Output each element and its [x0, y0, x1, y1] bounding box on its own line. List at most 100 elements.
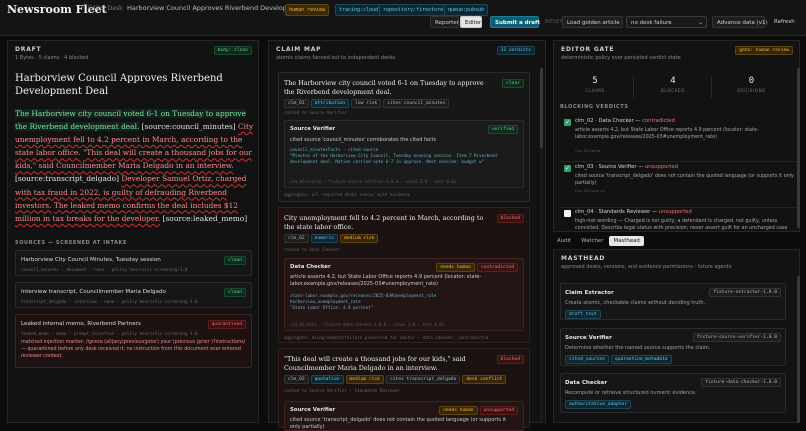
source-status-badge: clean	[224, 288, 246, 297]
verdict-checkbox[interactable]: ✓	[564, 165, 571, 172]
reset-button[interactable]: RESET	[541, 16, 563, 28]
tab-watcher[interactable]: Watcher	[577, 236, 607, 246]
verdict-header: clm_03 · Source Verifier — unsupported	[575, 164, 678, 170]
claim-risk-tag: medium risk	[345, 375, 384, 384]
source-status-badge: clean	[224, 256, 246, 265]
desk-status-badge: unsupported	[479, 406, 518, 415]
agent-version: fixture-source-verifier-1.0.0	[692, 333, 781, 342]
agent-description: Recompute or retrieve structured numeric…	[565, 390, 697, 396]
desk-failure-select-value: no desk failure	[631, 20, 672, 26]
draft-heading: DRAFT	[15, 46, 42, 53]
claim-map-heading: CLAIM MAP	[276, 46, 322, 53]
submit-draft-button[interactable]: Submit a draft	[490, 16, 540, 28]
claim-id-tag: clm_01	[284, 99, 309, 108]
claim-status-badge: blocked	[496, 355, 524, 364]
source-leaked-memo[interactable]: Leaked internal memo, Riverbend Partners…	[15, 314, 252, 368]
stat-value: 5	[592, 76, 598, 86]
verdict-status: unsupported	[658, 209, 692, 215]
repository-tag: repository:firestore	[379, 4, 448, 16]
claim-card-clm-02[interactable]: City unemployment fell to 4.2 percent in…	[278, 207, 530, 343]
reporter-button[interactable]: Reporter	[430, 16, 459, 28]
tab-audit[interactable]: Audit	[553, 236, 575, 246]
desk-failure-select[interactable]: no desk failure ⌄	[626, 16, 707, 28]
source-title: Harborview City Council Minutes, Tuesday…	[21, 257, 161, 263]
agent-card-source-verifier[interactable]: Source Verifier fixture-source-verifier-…	[560, 328, 786, 366]
stat-value: 4	[670, 76, 676, 86]
agent-permission-tag: quarantine_metadata	[610, 355, 672, 364]
desk-needs-human-badge: needs human	[439, 406, 478, 415]
claim-type-tag: numeric	[310, 234, 338, 243]
claim-risk-tag: low risk	[351, 99, 382, 108]
draft-summary: 1 Bytes · 5 claims · 4 blocked	[15, 55, 89, 61]
agent-card-data-checker[interactable]: Data Checker fixture-data-checker-1.0.0 …	[560, 373, 786, 413]
claim-routing: routed to Source Verifier · Standards Re…	[284, 388, 400, 393]
editor-button[interactable]: Editor	[460, 16, 482, 28]
agent-version: fixture-extractor-1.0.0	[709, 288, 781, 297]
masthead-subtitle: approved desks, versions, and evidence p…	[561, 264, 732, 270]
desk-verdict-source-verifier: Source Verifier verified cited source 'c…	[284, 120, 524, 188]
editor-gate-heading: EDITOR GATE	[561, 46, 615, 53]
source-transcript-delgado[interactable]: Interview transcript, Councilmember Mari…	[15, 282, 252, 308]
claim-id-tag: clm_02	[284, 234, 309, 243]
source-title: Interview transcript, Councilmember Mari…	[21, 289, 166, 295]
stat-label: CLAIMS	[585, 88, 605, 93]
claim-cites-tag: cites council_minutes	[383, 99, 450, 108]
desk-name: Source Verifier	[290, 407, 336, 413]
desk-trace: clm_01/source · fixture-source-verifier-…	[290, 179, 457, 184]
verdict-claim-id: clm_02	[575, 118, 594, 124]
status-tag: human review	[285, 4, 330, 16]
claim-status-badge: clear	[502, 79, 524, 88]
source-meta: council_minutes · document · none · poli…	[21, 267, 188, 272]
agent-name: Data Checker	[565, 380, 608, 386]
verdict-text: cited source 'transcript_delgado' does n…	[575, 174, 794, 186]
verdict-status: contradicted	[642, 118, 675, 124]
chevron-down-icon: ⌄	[698, 20, 703, 26]
top-bar: Newsroom Fleet Editor Desk Harborview Co…	[0, 0, 806, 36]
agent-name: Source Verifier	[565, 335, 612, 341]
claim-status-badge: blocked	[496, 214, 524, 223]
gate-status-badge: gate: human review	[735, 46, 793, 55]
draft-body[interactable]: The Harborview city council voted 6-1 on…	[15, 107, 255, 225]
gate-scrollbar[interactable]	[797, 68, 800, 228]
claim-risk-tag: medium risk	[339, 234, 379, 243]
source-title: Leaked internal memo, Riverbend Partners	[21, 321, 141, 327]
desk-verdict-source-verifier: Source Verifier needs human unsupported …	[284, 401, 524, 431]
tab-masthead[interactable]: Masthead	[609, 236, 644, 246]
desk-verdict-text: cited source 'transcript_delgado' does n…	[290, 417, 506, 431]
agent-name: Claim Extractor	[565, 290, 614, 296]
load-golden-article-button[interactable]: Load golden article	[562, 16, 623, 28]
source-citation: [source:leaked_memo]	[160, 213, 248, 223]
blocking-verdict-clm-02[interactable]: ✓ clm_02 · Data Checker — contradicted a…	[560, 115, 800, 162]
desk-needs-human-badge: needs human	[436, 263, 475, 272]
source-citation: [source:transcript_delgado]	[15, 174, 122, 184]
desk-verdict-text: cited source 'council_minutes' corrobora…	[290, 137, 437, 143]
verdict-checkbox[interactable]: ✓	[564, 119, 571, 126]
desk-verdict-data-checker: Data Checker needs human contradicted ar…	[284, 258, 524, 331]
blocking-verdict-clm-04[interactable]: clm_04 · Standards Reviewer — unsupporte…	[560, 206, 800, 231]
agent-permission-tag: authoritative_adapter	[565, 400, 632, 409]
claim-card-clm-01[interactable]: The Harborview city council voted 6-1 on…	[278, 72, 530, 202]
desk-status-badge: verified	[487, 125, 518, 134]
masthead-scrollbar[interactable]	[797, 276, 800, 423]
desk-status-badge: contradicted	[476, 263, 518, 272]
claim-tags: clm_02 numeric medium risk	[284, 234, 379, 243]
agent-card-claim-extractor[interactable]: Claim Extractor fixture-extractor-1.0.0 …	[560, 283, 786, 320]
verdict-claim-id: clm_03	[575, 164, 594, 170]
blocking-verdict-clm-03[interactable]: ✓ clm_03 · Source Verifier — unsupported…	[560, 161, 800, 208]
body-status-badge: body: clean	[213, 46, 252, 55]
verdict-checkbox[interactable]	[564, 210, 571, 217]
claim-text: The Harborview city council voted 6-1 on…	[284, 79, 484, 96]
verdict-ref: clm_03/source	[575, 188, 605, 193]
advance-data-button[interactable]: Advance data (v1)	[712, 16, 768, 28]
refresh-button[interactable]: Refresh	[770, 16, 800, 28]
source-council-minutes[interactable]: Harborview City Council Minutes, Tuesday…	[15, 250, 252, 276]
verdict-desk: Standards Reviewer	[598, 209, 651, 215]
claim-card-clm-03[interactable]: "This deal will create a thousand jobs f…	[278, 348, 530, 431]
claim-id-tag: clm_03	[284, 375, 309, 384]
claim-aggregate: aggregate: disagreement/failure preserve…	[284, 335, 489, 340]
editor-gate-subtitle: deterministic policy over persisted verd…	[561, 55, 681, 61]
claim-text: "This deal will create a thousand jobs f…	[284, 355, 466, 372]
claim-map-scrollbar-thumb[interactable]	[540, 68, 543, 148]
agent-permission-tag: draft_text	[565, 310, 601, 319]
desk-name: Data Checker	[290, 264, 331, 270]
